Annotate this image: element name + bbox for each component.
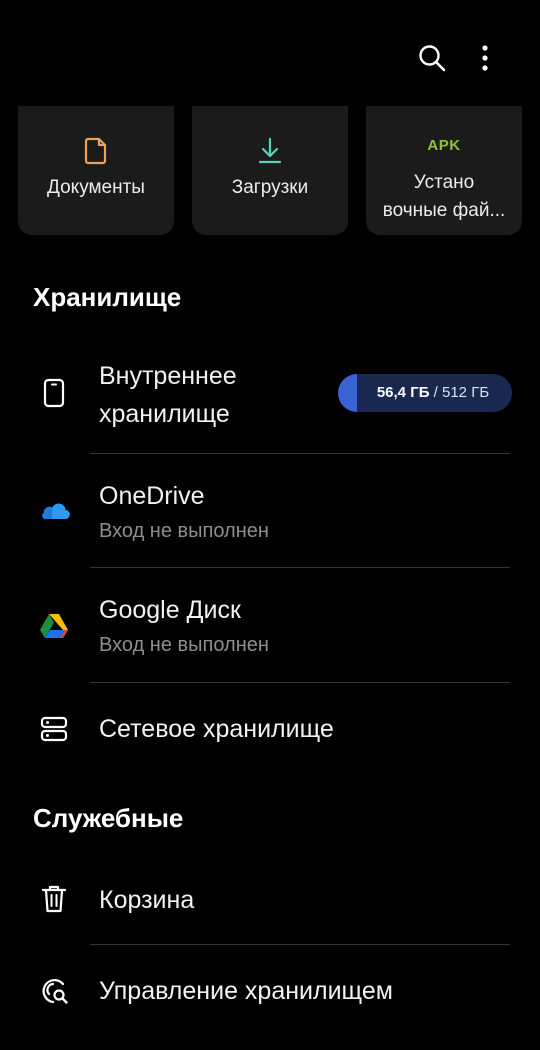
onedrive-icon [36, 492, 72, 528]
storage-item-google-drive[interactable]: Google Диск Вход не выполнен [0, 568, 540, 682]
trash-icon [36, 881, 72, 917]
row-subtitle: Вход не выполнен [99, 634, 269, 656]
tile-installed-apk[interactable]: APK Устано вочные фай... [366, 106, 522, 235]
row-title: Внутреннее [99, 362, 237, 390]
utility-item-trash[interactable]: Корзина [0, 855, 540, 943]
storage-usage-text: 56,4 ГБ / 512 ГБ [376, 384, 490, 401]
utility-item-manage-storage[interactable]: Управление хранилищем [0, 945, 540, 1037]
tile-label: Устано вочные фай... [382, 172, 506, 221]
document-icon [18, 136, 174, 166]
storage-usage-fill [338, 374, 357, 412]
section-title-storage: Хранилище [33, 282, 182, 312]
row-title: Google Диск [99, 596, 241, 624]
top-app-bar [0, 0, 540, 106]
search-icon[interactable] [414, 40, 450, 76]
more-vert-icon[interactable] [467, 40, 503, 76]
phone-icon [36, 375, 72, 411]
row-title: Управление хранилищем [99, 977, 393, 1005]
section-title-utilities: Служебные [33, 803, 184, 833]
quick-access-tiles: Документы Загрузки APK Устано вочные фай… [18, 106, 522, 236]
storage-item-onedrive[interactable]: OneDrive Вход не выполнен [0, 454, 540, 568]
tile-label: Документы [47, 177, 145, 198]
row-title: Сетевое хранилище [99, 715, 334, 743]
network-storage-icon [36, 711, 72, 747]
tile-downloads[interactable]: Загрузки [192, 106, 348, 235]
storage-usage-pill: 56,4 ГБ / 512 ГБ [338, 374, 512, 412]
storage-manage-icon [36, 973, 72, 1009]
storage-item-network[interactable]: Сетевое хранилище [0, 683, 540, 775]
row-title: Корзина [99, 886, 195, 914]
apk-icon: APK [427, 136, 461, 154]
tile-documents[interactable]: Документы [18, 106, 174, 235]
download-icon [192, 136, 348, 166]
tile-label: Загрузки [231, 177, 309, 198]
google-drive-icon [36, 608, 72, 644]
row-subtitle: Вход не выполнен [99, 520, 269, 542]
row-title: хранилище [99, 400, 230, 428]
row-title: OneDrive [99, 482, 205, 510]
